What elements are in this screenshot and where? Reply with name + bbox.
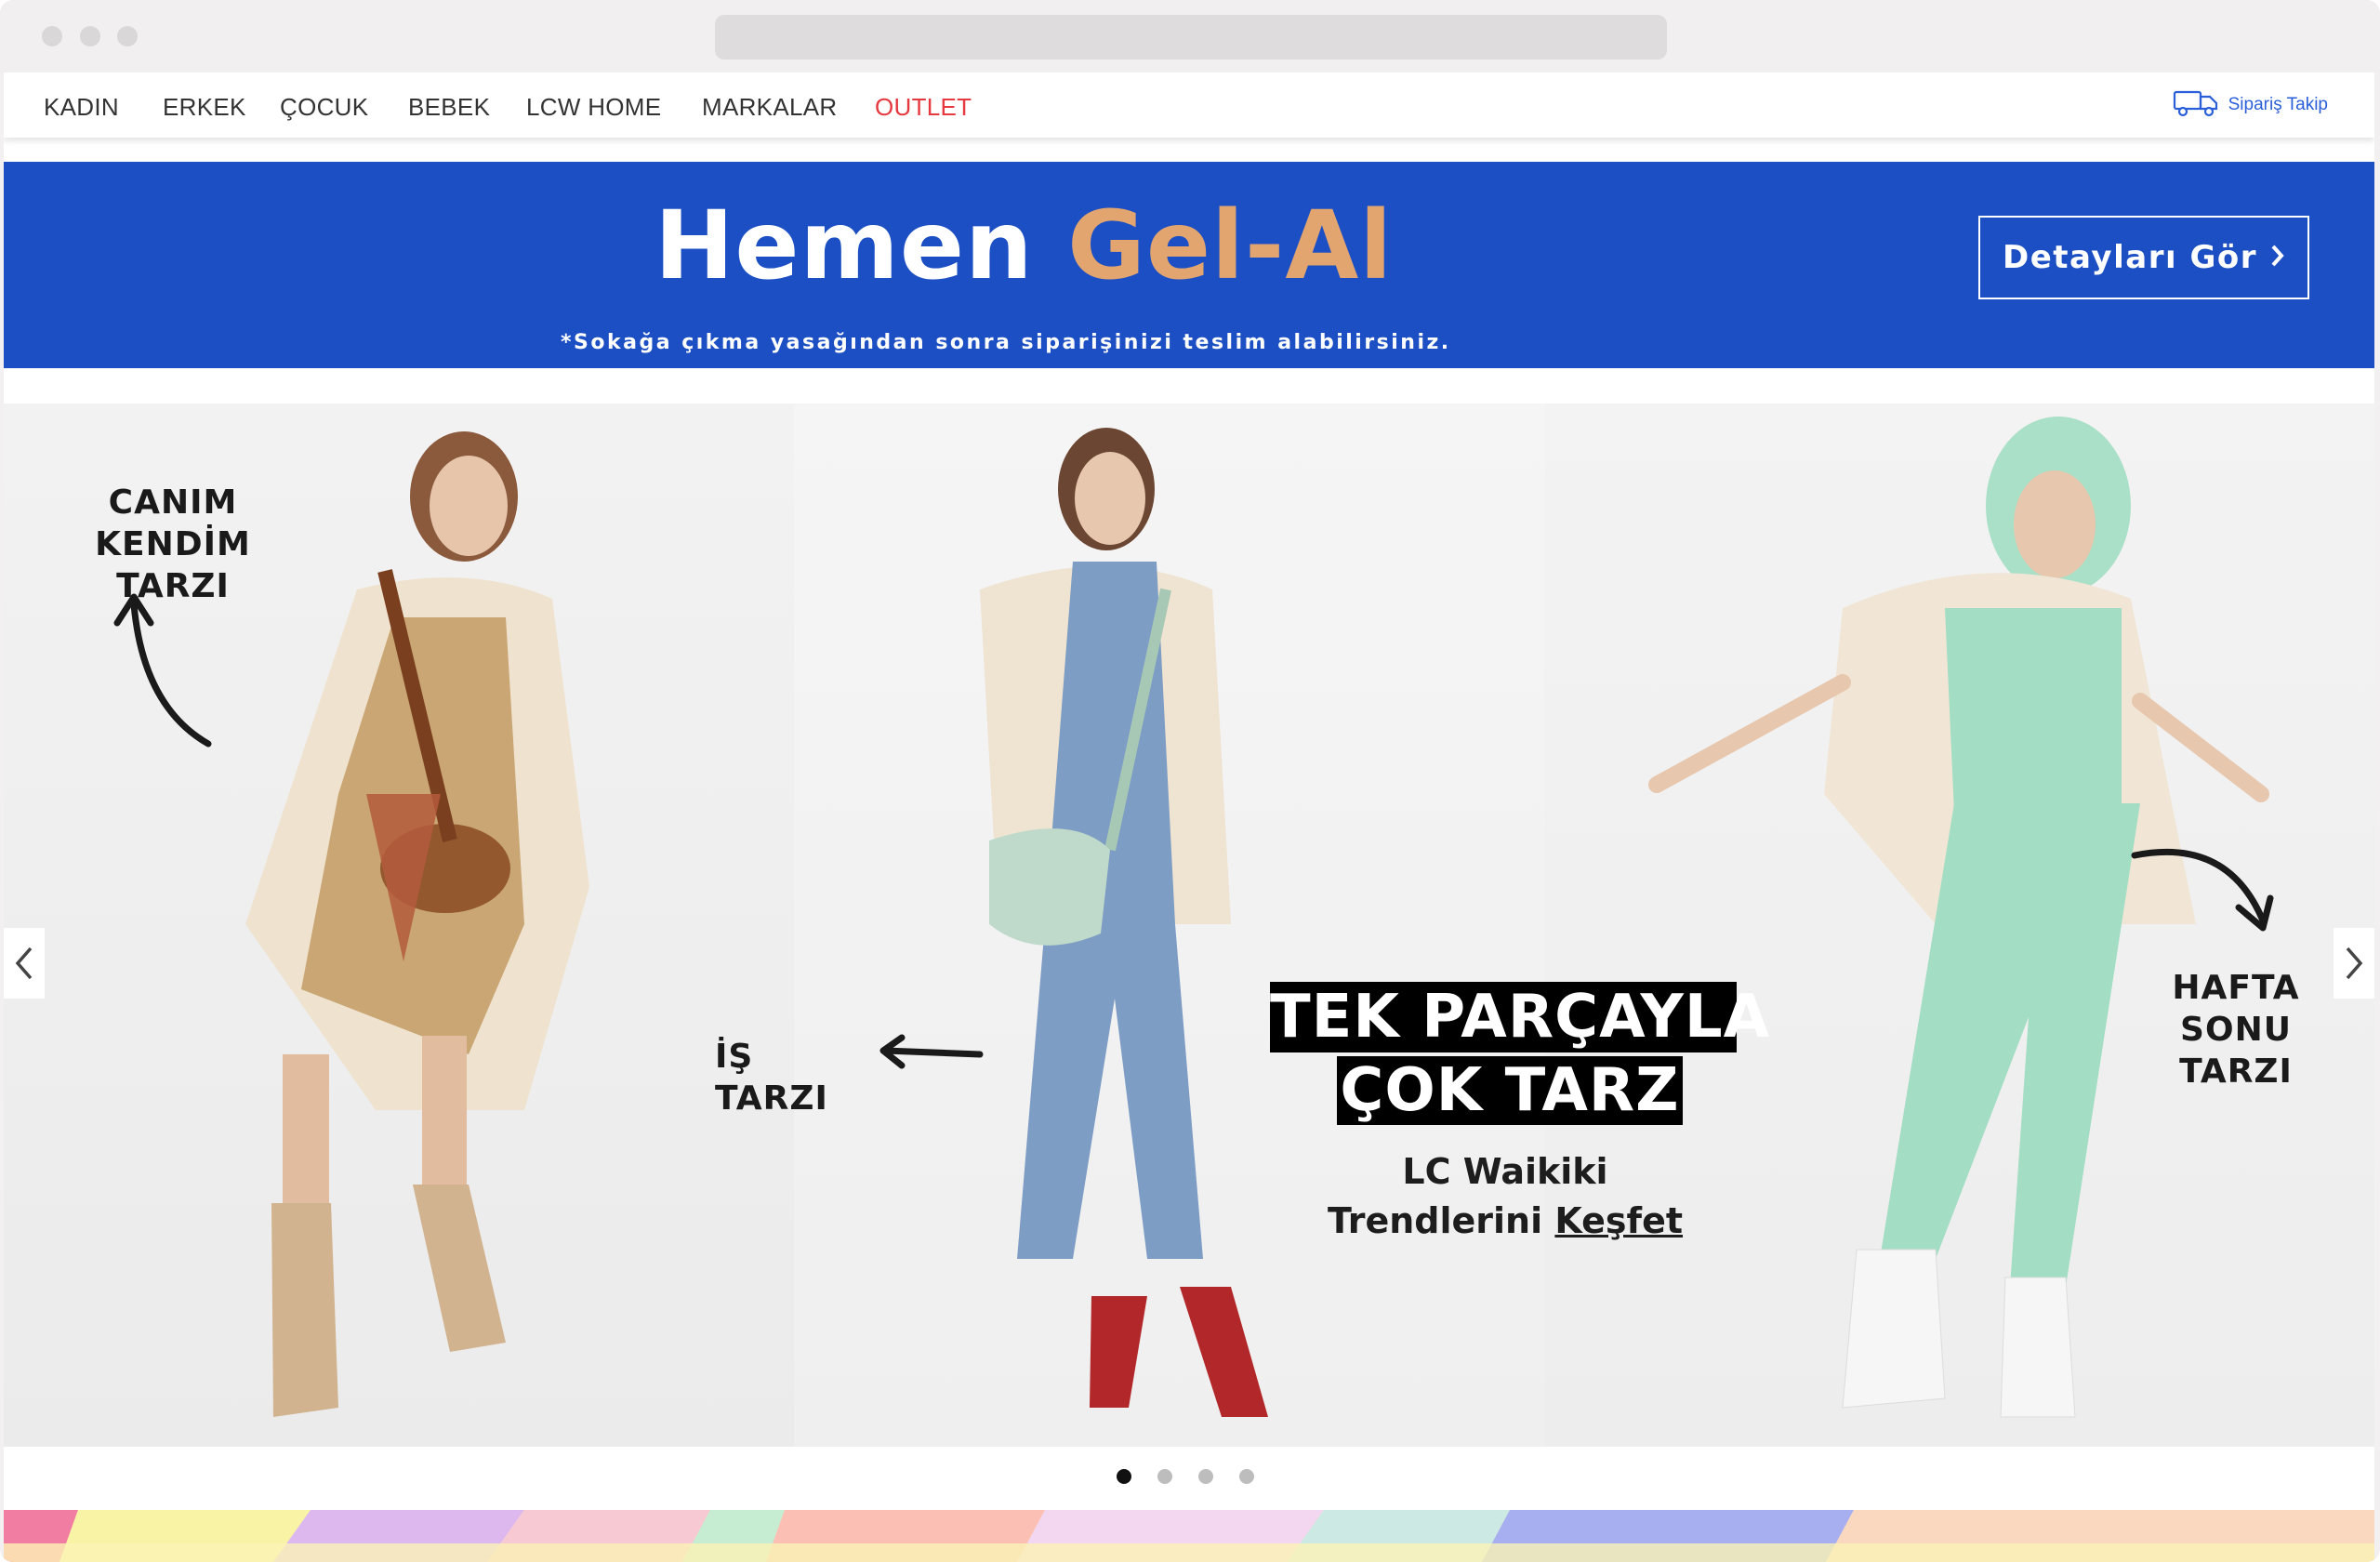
browser-window: KADIN ERKEK ÇOCUK BEBEK LCW HOME MARKALA… xyxy=(0,0,2380,1562)
curved-arrow-down-icon xyxy=(2131,848,2274,932)
callout-hafta-sonu: HAFTA SONU TARZI xyxy=(2120,967,2352,1092)
hero-sub-line2: Trendlerini Keşfet xyxy=(1305,1197,1705,1246)
nav-item-bebek[interactable]: BEBEK xyxy=(408,93,490,122)
banner-subtitle: *Sokağa çıkma yasağından sonra siparişin… xyxy=(561,331,1451,354)
hero-carousel: CANIM KENDİM TARZI HAFTA SONU TARZI İŞ T… xyxy=(4,404,2374,1447)
colorful-banner-strip xyxy=(4,1510,2374,1562)
curved-arrow-up-icon xyxy=(113,593,212,748)
callout-canim-kendim-line1: CANIM KENDİM xyxy=(95,483,251,563)
details-button[interactable]: Detayları Gör xyxy=(1978,216,2309,299)
nav-item-erkek[interactable]: ERKEK xyxy=(163,93,246,122)
chevron-left-icon xyxy=(15,946,33,980)
callout-is-tarzi: İŞ TARZI xyxy=(715,1038,828,1118)
browser-titlebar xyxy=(0,0,2380,73)
discover-link[interactable]: Keşfet xyxy=(1554,1200,1683,1241)
delivery-truck-icon xyxy=(2173,88,2219,123)
model-center-illustration xyxy=(980,428,1268,1417)
banner-title-white: Hemen xyxy=(654,191,1068,301)
banner-title-gold: Gel-Al xyxy=(1067,191,1394,301)
carousel-dot-3[interactable] xyxy=(1198,1469,1213,1484)
hero-image-left[interactable]: CANIM KENDİM TARZI xyxy=(4,404,794,1447)
nav-item-markalar[interactable]: MARKALAR xyxy=(702,93,837,122)
headline-tek-parcayla: TEK PARÇAYLA xyxy=(1270,982,1771,1052)
address-bar[interactable] xyxy=(715,15,1667,60)
order-tracking-link[interactable]: Sipariş Takip xyxy=(2173,89,2328,121)
headline-cok-tarz: ÇOK TARZ xyxy=(1337,1056,1683,1125)
hero-image-center[interactable] xyxy=(794,404,1545,1447)
page-viewport: KADIN ERKEK ÇOCUK BEBEK LCW HOME MARKALA… xyxy=(4,73,2374,1562)
carousel-dot-1[interactable] xyxy=(1117,1469,1131,1484)
nav-item-lcw-home[interactable]: LCW HOME xyxy=(526,93,661,122)
carousel-prev-button[interactable] xyxy=(4,928,45,999)
close-window-button[interactable] xyxy=(42,26,62,46)
callout-hafta-sonu-line2: TARZI xyxy=(2179,1052,2293,1091)
carousel-dot-4[interactable] xyxy=(1239,1469,1254,1484)
carousel-pagination xyxy=(1117,1469,1254,1484)
details-button-label: Detayları Gör xyxy=(2003,239,2257,276)
chevron-right-icon xyxy=(2346,946,2363,980)
hero-image-right[interactable]: HAFTA SONU TARZI xyxy=(1545,404,2374,1447)
chevron-right-icon xyxy=(2270,239,2285,276)
minimize-window-button[interactable] xyxy=(80,26,100,46)
maximize-window-button[interactable] xyxy=(117,26,138,46)
carousel-dot-2[interactable] xyxy=(1157,1469,1172,1484)
main-nav: KADIN ERKEK ÇOCUK BEBEK LCW HOME MARKALA… xyxy=(4,73,2374,138)
arrow-left-icon xyxy=(879,1034,984,1069)
gel-al-banner[interactable]: Hemen Gel-Al *Sokağa çıkma yasağından so… xyxy=(4,162,2374,368)
hero-subheadline: LC Waikiki Trendlerini Keşfet xyxy=(1305,1147,1705,1246)
nav-item-kadin[interactable]: KADIN xyxy=(44,93,119,122)
carousel-next-button[interactable] xyxy=(2334,928,2374,999)
banner-title: Hemen Gel-Al xyxy=(654,199,1393,294)
callout-hafta-sonu-line1: HAFTA SONU xyxy=(2172,969,2300,1049)
nav-item-cocuk[interactable]: ÇOCUK xyxy=(280,93,368,122)
nav-item-outlet[interactable]: OUTLET xyxy=(875,93,972,122)
hero-sub-line1: LC Waikiki xyxy=(1402,1151,1608,1192)
order-tracking-label: Sipariş Takip xyxy=(2228,95,2328,114)
hero-sub-trendlerini: Trendlerini xyxy=(1327,1200,1555,1242)
